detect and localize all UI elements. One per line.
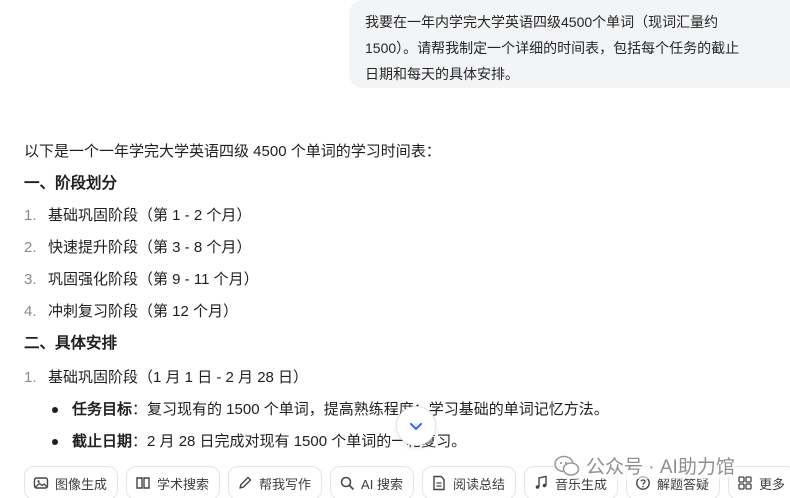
writing-assistant-label: 帮我写作	[259, 476, 312, 492]
user-message-line: 我要在一年内学完大学英语四级4500个单词（现词汇量约	[365, 14, 719, 30]
more-label: 更多	[759, 476, 786, 492]
list-item: 1. 基础巩固阶段（1 月 1 日 - 2 月 28 日）	[24, 366, 308, 390]
wechat-watermark: 公众号 · AI助力馆	[554, 452, 735, 479]
academic-search-button[interactable]: 学术搜索	[126, 466, 221, 498]
section-heading: 二、具体安排	[24, 335, 118, 352]
user-message-line: 1500）。请帮我制定一个详细的时间表，包括每个任务的截止	[365, 40, 740, 56]
list-text: 冲刺复习阶段（第 12 个月）	[48, 303, 239, 320]
list-text: 快速提升阶段（第 3 - 8 个月）	[48, 239, 252, 256]
scroll-down-button[interactable]	[396, 406, 436, 446]
search-icon	[340, 476, 354, 490]
list-number: 3.	[24, 271, 37, 288]
detail-label: 任务目标	[72, 401, 133, 418]
section-heading: 一、阶段划分	[24, 175, 118, 192]
list-item: 1. 基础巩固阶段（第 1 - 2 个月）	[24, 204, 251, 228]
list-number: 4.	[24, 303, 37, 320]
user-message-bubble: 我要在一年内学完大学英语四级4500个单词（现词汇量约 1500）。请帮我制定一…	[349, 0, 790, 88]
answer-intro: 以下是一个一年学完大学英语四级 4500 个单词的学习时间表：	[24, 143, 441, 160]
reading-summary-button[interactable]: 阅读总结	[421, 466, 516, 498]
user-message-line: 日期和每天的具体安排。	[365, 66, 519, 82]
list-number: 1.	[24, 207, 37, 224]
pen-icon	[239, 476, 252, 489]
writing-assistant-button[interactable]: 帮我写作	[228, 466, 323, 498]
image-generation-button[interactable]: 图像生成	[24, 466, 119, 498]
wechat-icon	[554, 455, 580, 476]
list-text: 基础巩固阶段（1 月 1 日 - 2 月 28 日）	[48, 369, 309, 386]
reading-summary-label: 阅读总结	[452, 476, 505, 492]
image-icon	[33, 477, 49, 489]
detail-bullet-item: 任务目标 ：复习现有的 1500 个单词，提高熟练程度；学习基础的单词记忆方法。	[52, 398, 609, 422]
bullet-dot-icon	[52, 407, 58, 413]
document-icon	[433, 475, 445, 491]
list-item: 3. 巩固强化阶段（第 9 - 11 个月）	[24, 268, 259, 292]
book-icon	[136, 477, 150, 489]
bullet-dot-icon	[52, 439, 58, 445]
watermark-text: 公众号 · AI助力馆	[586, 457, 735, 478]
list-item: 2. 快速提升阶段（第 3 - 8 个月）	[24, 236, 251, 260]
list-item: 4. 冲刺复习阶段（第 12 个月）	[24, 300, 238, 324]
list-number: 2.	[24, 239, 37, 256]
chevron-down-icon	[409, 422, 423, 431]
ai-search-button[interactable]: AI 搜索	[330, 466, 414, 498]
grid-icon	[738, 476, 752, 490]
academic-search-label: 学术搜索	[157, 476, 210, 492]
music-icon	[535, 475, 547, 489]
list-number: 1.	[24, 369, 37, 386]
ai-search-label: AI 搜索	[361, 476, 403, 492]
detail-text: ：复习现有的 1500 个单词，提高熟练程度；学习基础的单词记忆方法。	[132, 401, 609, 418]
list-text: 基础巩固阶段（第 1 - 2 个月）	[48, 207, 252, 224]
list-text: 巩固强化阶段（第 9 - 11 个月）	[48, 271, 259, 288]
image-generation-label: 图像生成	[55, 476, 108, 492]
more-button[interactable]: 更多	[728, 466, 790, 498]
